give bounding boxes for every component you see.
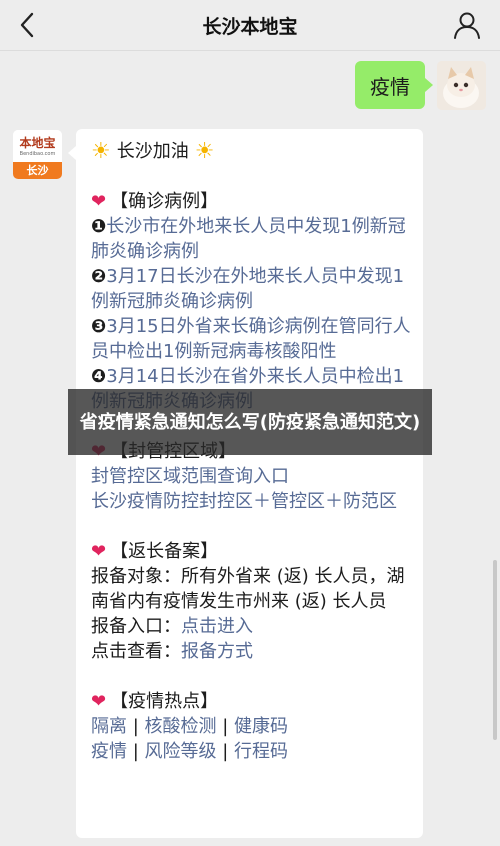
heart-icon: ❤	[91, 191, 107, 212]
navigation-bar: 长沙本地宝	[0, 0, 500, 51]
cat-avatar-icon	[437, 61, 486, 110]
user-icon[interactable]	[452, 10, 482, 40]
incoming-message-bubble: ☀ 长沙加油 ☀ ❤ 【确诊病例】 ❶长沙市在外地来长人员中发现1例新冠肺炎确诊…	[68, 129, 423, 838]
epidemic-link[interactable]: 疫情	[91, 741, 127, 762]
heart-icon: ❤	[91, 691, 107, 712]
outgoing-message-text: 疫情	[370, 74, 410, 99]
heart-icon: ❤	[91, 541, 107, 562]
separator: |	[216, 716, 235, 737]
hotspot-row: 隔离 | 核酸检测 | 健康码	[91, 714, 413, 739]
sun-icon: ☀	[194, 139, 215, 164]
registration-entry: 报备入口：点击进入	[91, 614, 413, 639]
hotspot-row: 疫情 | 风险等级 | 行程码	[91, 739, 413, 764]
section-title: ❤ 【返长备案】	[91, 539, 413, 564]
logo-sub: Bendibao.com	[19, 151, 56, 157]
list-item[interactable]: ❷3月17日长沙在外地来长人员中发现1例新冠肺炎确诊病例	[91, 264, 413, 314]
entry-link[interactable]: 点击进入	[181, 616, 253, 637]
item-number: ❶	[91, 216, 107, 237]
logo-brand: 本地宝	[19, 136, 56, 150]
section-title: ❤ 【疫情热点】	[91, 689, 413, 714]
item-number: ❷	[91, 266, 107, 287]
entry-label: 报备入口：	[91, 616, 181, 637]
separator: |	[216, 741, 235, 762]
quarantine-link[interactable]: 隔离	[91, 716, 127, 737]
item-number: ❹	[91, 366, 107, 387]
outgoing-message-bubble[interactable]: 疫情	[355, 61, 433, 109]
overlay-text: 省疫情紧急通知怎么写(防疫紧急通知范文)	[79, 411, 421, 433]
page-title: 长沙本地宝	[202, 16, 298, 38]
sun-icon: ☀	[91, 139, 111, 164]
title-overlay: 省疫情紧急通知怎么写(防疫紧急通知范文)	[68, 389, 432, 455]
zone-map-link[interactable]: 长沙疫情防控封控区＋管控区＋防范区	[91, 489, 413, 514]
view-label: 点击查看：	[91, 641, 181, 662]
view-link[interactable]: 报备方式	[181, 641, 253, 662]
logo-city: 长沙	[13, 162, 62, 179]
list-item[interactable]: ❶长沙市在外地来长人员中发现1例新冠肺炎确诊病例	[91, 214, 413, 264]
registration-view: 点击查看：报备方式	[91, 639, 413, 664]
health-code-link[interactable]: 健康码	[234, 716, 288, 737]
message-header-text: 长沙加油	[116, 141, 189, 162]
item-number: ❸	[91, 316, 107, 337]
separator: |	[127, 741, 145, 762]
section-title-text: 【返长备案】	[110, 541, 219, 562]
scrollbar[interactable]	[493, 560, 497, 740]
logo-top: 本地宝 Bendibao.com	[13, 130, 62, 160]
bot-avatar[interactable]: 本地宝 Bendibao.com 长沙	[13, 130, 62, 179]
list-item[interactable]: ❸3月15日外省来长确诊病例在管同行人员中检出1例新冠病毒核酸阳性	[91, 314, 413, 364]
section-title: ❤ 【确诊病例】	[91, 189, 413, 214]
section-title-text: 【疫情热点】	[110, 691, 219, 712]
avatar[interactable]	[437, 61, 486, 110]
risk-level-link[interactable]: 风险等级	[145, 741, 217, 762]
travel-code-link[interactable]: 行程码	[234, 741, 288, 762]
case-link[interactable]: 3月15日外省来长确诊病例在管同行人员中检出1例新冠病毒核酸阳性	[91, 316, 411, 362]
case-link[interactable]: 长沙市在外地来长人员中发现1例新冠肺炎确诊病例	[91, 216, 406, 262]
separator: |	[127, 716, 145, 737]
section-title-text: 【确诊病例】	[110, 191, 219, 212]
case-link[interactable]: 3月17日长沙在外地来长人员中发现1例新冠肺炎确诊病例	[91, 266, 404, 312]
nucleic-test-link[interactable]: 核酸检测	[145, 716, 217, 737]
message-header: ☀ 长沙加油 ☀	[91, 139, 413, 164]
zone-query-link[interactable]: 封管控区域范围查询入口	[91, 464, 413, 489]
registration-body: 报备对象：所有外省来 (返) 长人员，湖南省内有疫情发生市州来 (返) 长人员	[91, 566, 405, 612]
